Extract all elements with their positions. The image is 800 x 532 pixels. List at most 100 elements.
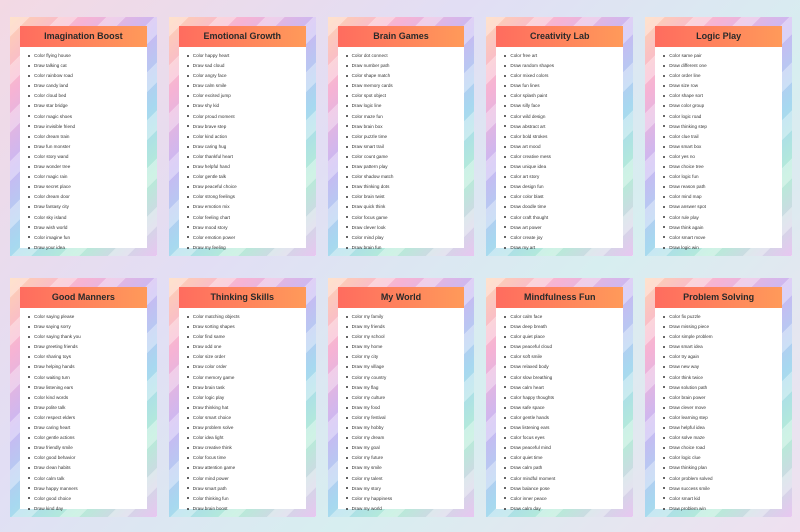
activity-text: Draw saying sorry <box>34 324 71 330</box>
activity-text: Color mindful moment <box>510 475 556 481</box>
activity-text: Color sharing toys <box>34 354 72 360</box>
activity-item: Draw peaceful cloud <box>504 342 623 352</box>
activity-text: Color brain power <box>669 394 706 400</box>
activity-list: Color happy heart Draw sad cloud Color ang… <box>179 47 306 253</box>
activity-item: Color splash paint <box>504 91 623 101</box>
bullet-icon <box>345 54 348 57</box>
activity-text: Draw thinking step <box>669 123 707 129</box>
bullet-icon <box>186 216 189 219</box>
activity-text: Color quiet place <box>510 334 545 340</box>
activity-item: Draw fun lines <box>504 81 623 91</box>
activity-text: Color my festival <box>351 414 386 420</box>
activity-text: Color rainbow road <box>34 73 73 79</box>
bullet-icon <box>345 125 348 128</box>
bullet-icon <box>345 346 348 349</box>
activity-text: Color simple problem <box>669 334 713 340</box>
activity-item: Draw different one <box>663 61 782 71</box>
activity-item: Color count game <box>345 152 465 162</box>
bullet-icon <box>504 115 507 118</box>
bullet-icon <box>504 155 507 158</box>
activity-text: Draw color group <box>669 103 705 109</box>
bullet-icon <box>345 487 348 490</box>
activity-item: Draw listening ears <box>504 423 623 433</box>
activity-item: Draw sad cloud <box>186 61 306 71</box>
activity-item: Draw relaxed body <box>504 362 623 372</box>
activity-text: Color puzzle time <box>351 133 388 139</box>
activity-text: Color think twice <box>669 374 703 380</box>
activity-text: Color matching objects <box>192 314 240 319</box>
activity-item: Color my future <box>345 453 465 463</box>
activity-text: Color logic play <box>192 394 225 400</box>
activity-item: Draw my art <box>504 243 623 253</box>
activity-item: Draw calm smile <box>186 81 306 91</box>
bullet-icon <box>28 356 30 359</box>
bullet-icon <box>345 186 348 188</box>
activity-item: Draw thinking dots <box>345 182 465 192</box>
activity-item: Color memory game <box>186 373 306 383</box>
activity-text: Draw art mood <box>510 143 541 149</box>
activity-item: Draw thinking plan <box>663 463 782 473</box>
activity-text: Draw candy land <box>34 83 69 89</box>
activity-item: Draw my hobby <box>345 423 465 433</box>
activity-text: Color wild design <box>510 113 546 119</box>
activity-text: Draw emotion mix <box>192 204 230 210</box>
activity-item: Color my festival <box>345 413 465 423</box>
bullet-icon <box>28 175 30 178</box>
activity-item: Color story wand <box>28 152 147 162</box>
activity-item: Color gentle talk <box>186 172 306 182</box>
activity-item: Draw secret place <box>28 182 147 192</box>
bullet-icon <box>345 196 348 199</box>
activity-item: Color bold strokes <box>504 132 623 142</box>
bullet-icon <box>345 325 348 328</box>
activity-list: Color saying please Draw saying sorry Colo… <box>20 308 147 514</box>
bullet-icon <box>28 115 30 118</box>
bullet-icon <box>186 315 189 318</box>
activity-text: Draw calm day <box>510 505 541 511</box>
bullet-icon <box>504 236 507 239</box>
bullet-icon <box>345 406 348 409</box>
worksheet-sheet: Thinking Skills Color matching objects Dra… <box>178 287 306 511</box>
activity-item: Color my dream <box>345 433 465 443</box>
bullet-icon <box>345 447 348 449</box>
activity-item: Color cloud bed <box>28 91 147 101</box>
activity-text: Color waiting turn <box>34 374 70 380</box>
bullet-icon <box>186 236 189 239</box>
activity-item: Color art story <box>504 172 623 182</box>
bullet-icon <box>504 74 507 77</box>
activity-item: Color happy thoughts <box>504 393 623 403</box>
activity-text: Color story wand <box>34 153 69 159</box>
activity-item: Draw helpful idea <box>663 423 782 433</box>
card-title: My World <box>337 287 465 308</box>
activity-text: Color good choice <box>34 495 72 501</box>
activity-text: Color my city <box>351 354 379 360</box>
bullet-icon <box>186 426 189 429</box>
activity-list: Color my family Draw my friends Color my s… <box>338 308 465 514</box>
activity-text: Color shape sort <box>669 93 703 99</box>
activity-text: Draw caring hug <box>192 143 227 149</box>
activity-item: Draw quick think <box>345 202 465 212</box>
worksheet-sheet: Imagination Boost Color flying house Draw … <box>20 26 147 250</box>
bullet-icon <box>345 396 348 399</box>
activity-text: Draw color order <box>192 364 227 370</box>
activity-item: Color brain twist <box>345 192 465 202</box>
activity-text: Color solve maze <box>669 435 705 441</box>
worksheet-sheet: Emotional Growth Color happy heart Draw sa… <box>178 26 306 250</box>
bullet-icon <box>504 396 507 399</box>
activity-text: Draw sad cloud <box>192 63 225 69</box>
bullet-icon <box>186 105 189 108</box>
activity-text: Color feeling chart <box>192 214 231 220</box>
bullet-icon <box>186 54 189 57</box>
worksheet-sheet: Creativity Lab Color free art Draw random … <box>496 26 624 250</box>
activity-item: Color smart kid <box>663 494 782 504</box>
activity-text: Color saying please <box>34 314 75 319</box>
activity-item: Color magic rain <box>28 172 147 182</box>
activity-text: Draw friendly smile <box>34 445 73 451</box>
activity-item: Draw helping hands <box>28 362 147 372</box>
activity-text: Draw fun lines <box>510 83 540 89</box>
activity-text: Color mind play <box>351 234 384 240</box>
bullet-icon <box>345 426 348 429</box>
activity-item: Color thinking fun <box>186 494 306 504</box>
activity-item: Draw memory cards <box>345 81 465 91</box>
bullet-icon <box>504 206 507 209</box>
activity-item: Color emotion power <box>186 233 306 243</box>
